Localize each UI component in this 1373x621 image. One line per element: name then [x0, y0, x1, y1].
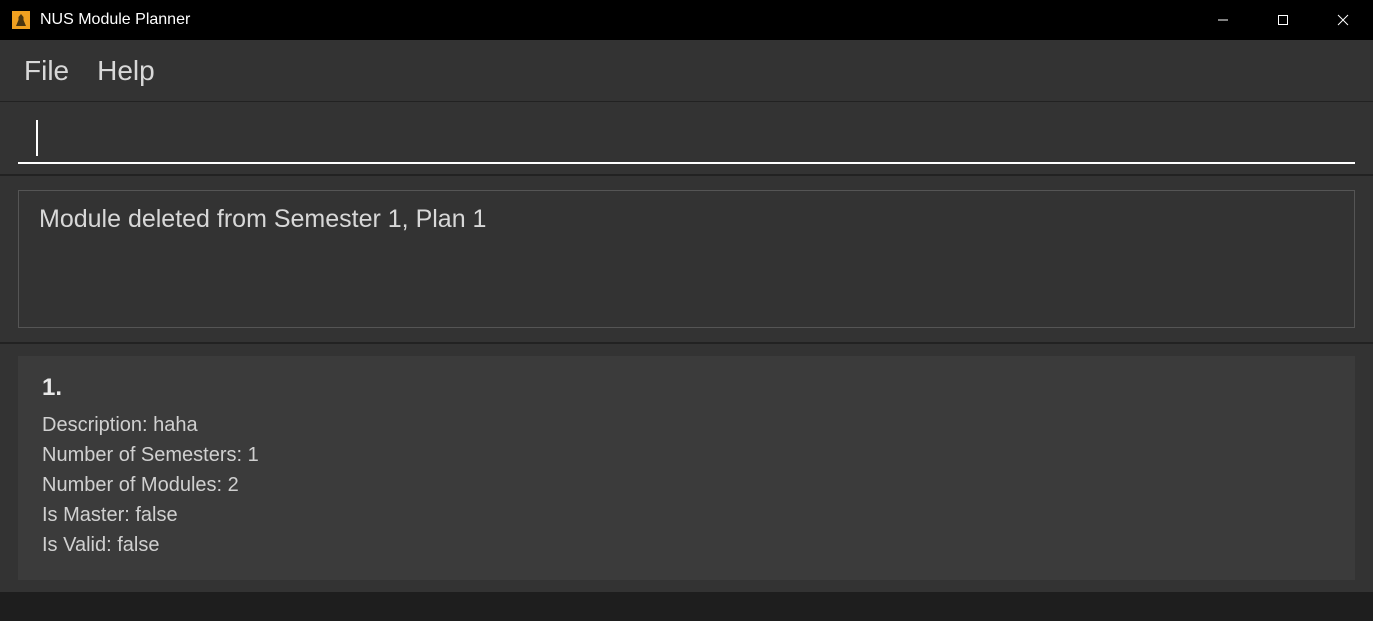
titlebar: NUS Module Planner [0, 0, 1373, 40]
plan-card[interactable]: 1. Description: haha Number of Semesters… [18, 356, 1355, 580]
plan-modules: Number of Modules: 2 [42, 470, 1331, 500]
plan-valid-label: Is Valid: [42, 534, 117, 556]
plan-modules-label: Number of Modules: [42, 474, 228, 496]
content-area: 1. Description: haha Number of Semesters… [0, 344, 1373, 592]
app-title: NUS Module Planner [40, 11, 190, 29]
close-button[interactable] [1313, 0, 1373, 40]
plan-modules-value: 2 [228, 474, 239, 496]
plan-valid-value: false [117, 534, 159, 556]
plan-index: 1. [42, 374, 1331, 402]
message-box: Module deleted from Semester 1, Plan 1 [18, 190, 1355, 328]
menubar: File Help [0, 40, 1373, 102]
command-input-wrap[interactable] [18, 120, 1355, 164]
maximize-button[interactable] [1253, 0, 1313, 40]
plan-description: Description: haha [42, 410, 1331, 440]
minimize-icon [1217, 14, 1229, 26]
close-icon [1337, 14, 1349, 26]
plan-valid: Is Valid: false [42, 530, 1331, 560]
app-icon [12, 11, 30, 29]
message-area: Module deleted from Semester 1, Plan 1 [0, 176, 1373, 344]
minimize-button[interactable] [1193, 0, 1253, 40]
plan-description-value: haha [153, 414, 198, 436]
plan-semesters: Number of Semesters: 1 [42, 440, 1331, 470]
maximize-icon [1277, 14, 1289, 26]
plan-master-value: false [135, 504, 177, 526]
plan-master: Is Master: false [42, 500, 1331, 530]
plan-semesters-label: Number of Semesters: [42, 444, 248, 466]
plan-master-label: Is Master: [42, 504, 135, 526]
titlebar-left: NUS Module Planner [12, 11, 190, 29]
plan-description-label: Description: [42, 414, 153, 436]
window-controls [1193, 0, 1373, 40]
menu-file[interactable]: File [24, 55, 69, 87]
menu-help[interactable]: Help [97, 55, 155, 87]
command-area [0, 102, 1373, 176]
message-text: Module deleted from Semester 1, Plan 1 [39, 205, 1334, 234]
plan-semesters-value: 1 [248, 444, 259, 466]
